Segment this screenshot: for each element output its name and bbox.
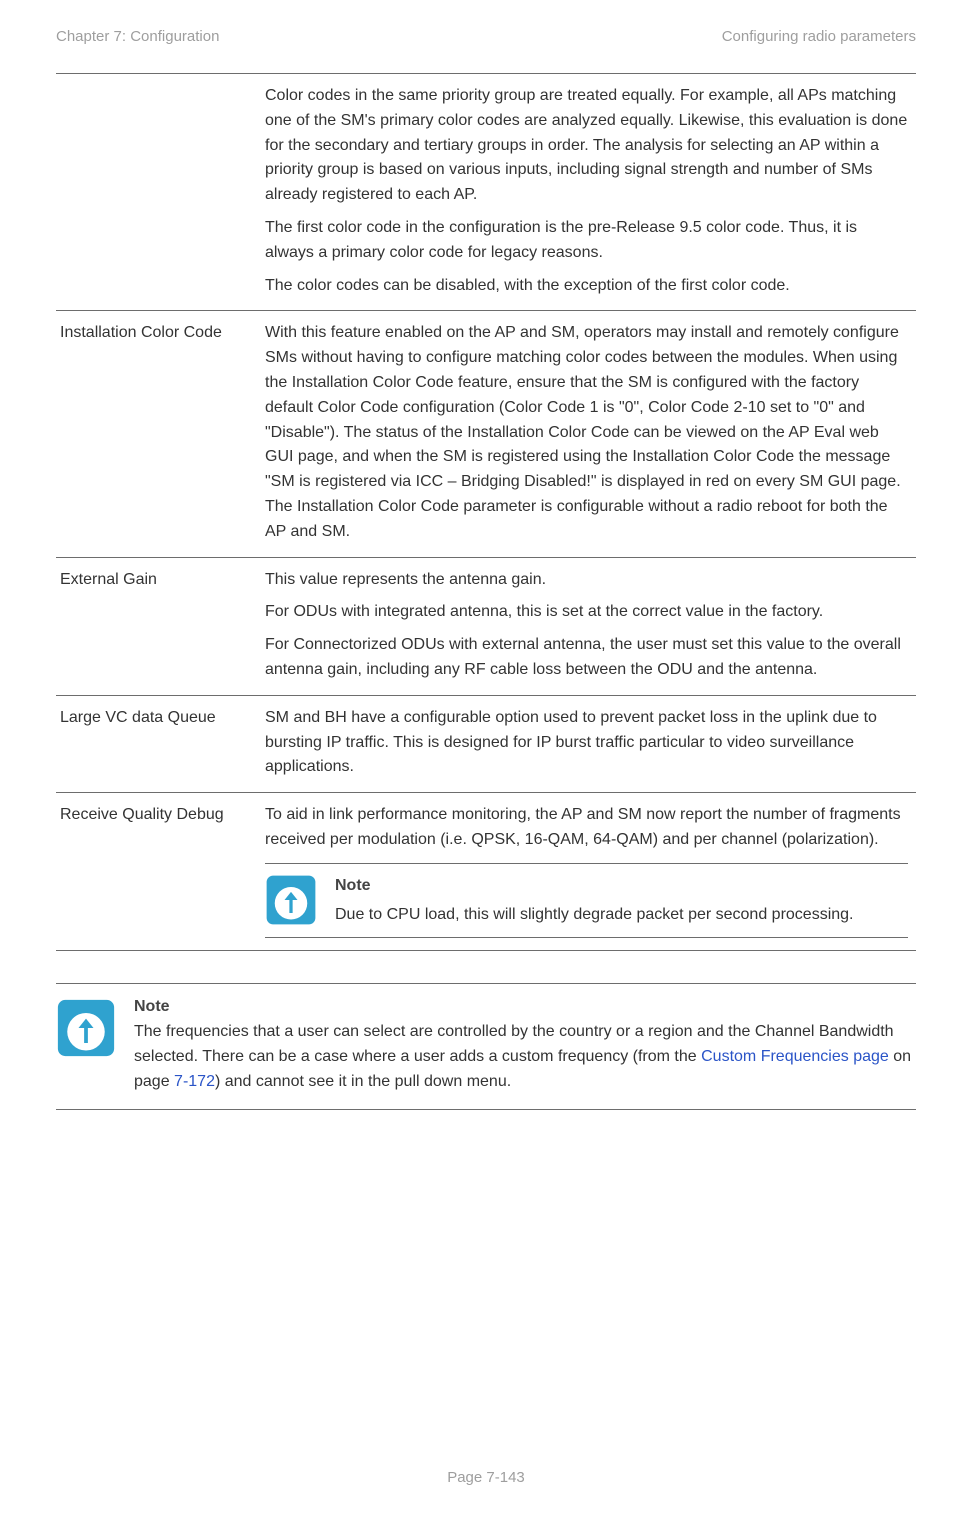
paragraph: SM and BH have a configurable option use… bbox=[265, 706, 908, 780]
table-row: Color codes in the same priority group a… bbox=[56, 74, 916, 311]
table-row: External Gain This value represents the … bbox=[56, 557, 916, 695]
row-description: To aid in link performance monitoring, t… bbox=[261, 793, 916, 951]
row-description: Color codes in the same priority group a… bbox=[261, 74, 916, 311]
paragraph: To aid in link performance monitoring, t… bbox=[265, 803, 908, 853]
header-left: Chapter 7: Configuration bbox=[56, 28, 219, 45]
row-label: Receive Quality Debug bbox=[56, 793, 261, 951]
info-icon bbox=[56, 998, 116, 1058]
inline-note: Note Due to CPU load, this will slightly… bbox=[265, 863, 908, 939]
parameters-table: Color codes in the same priority group a… bbox=[56, 73, 916, 951]
note-row: Note The frequencies that a user can sel… bbox=[56, 998, 916, 1094]
header-right: Configuring radio parameters bbox=[722, 28, 916, 45]
page-footer: Page 7-143 bbox=[0, 1469, 972, 1486]
row-label: Installation Color Code bbox=[56, 311, 261, 557]
note-text: The frequencies that a user can select a… bbox=[134, 1020, 916, 1094]
note-label: Note bbox=[134, 998, 916, 1016]
table-row: Receive Quality Debug To aid in link per… bbox=[56, 793, 916, 951]
custom-frequencies-link[interactable]: Custom Frequencies page bbox=[701, 1048, 889, 1065]
table-row: Installation Color Code With this featur… bbox=[56, 311, 916, 557]
note-body: Note The frequencies that a user can sel… bbox=[134, 998, 916, 1094]
note-body: Note Due to CPU load, this will slightly… bbox=[335, 874, 908, 928]
page-header: Chapter 7: Configuration Configuring rad… bbox=[56, 28, 916, 45]
note-text-suffix: ) and cannot see it in the pull down men… bbox=[215, 1073, 511, 1090]
page: Chapter 7: Configuration Configuring rad… bbox=[0, 0, 972, 1514]
paragraph: This value represents the antenna gain. bbox=[265, 568, 908, 593]
paragraph: For ODUs with integrated antenna, this i… bbox=[265, 600, 908, 625]
row-description: With this feature enabled on the AP and … bbox=[261, 311, 916, 557]
standalone-note: Note The frequencies that a user can sel… bbox=[56, 983, 916, 1109]
paragraph: The color codes can be disabled, with th… bbox=[265, 274, 908, 299]
row-label: External Gain bbox=[56, 557, 261, 695]
page-reference-link[interactable]: 7-172 bbox=[174, 1073, 215, 1090]
row-description: This value represents the antenna gain. … bbox=[261, 557, 916, 695]
note-text: Due to CPU load, this will slightly degr… bbox=[335, 903, 908, 928]
note-row: Note Due to CPU load, this will slightly… bbox=[265, 874, 908, 928]
row-label bbox=[56, 74, 261, 311]
row-description: SM and BH have a configurable option use… bbox=[261, 695, 916, 792]
paragraph: Color codes in the same priority group a… bbox=[265, 84, 908, 208]
table-row: Large VC data Queue SM and BH have a con… bbox=[56, 695, 916, 792]
note-label: Note bbox=[335, 874, 908, 899]
paragraph: The first color code in the configuratio… bbox=[265, 216, 908, 266]
row-label: Large VC data Queue bbox=[56, 695, 261, 792]
paragraph: With this feature enabled on the AP and … bbox=[265, 321, 908, 544]
paragraph: For Connectorized ODUs with external ant… bbox=[265, 633, 908, 683]
info-icon bbox=[265, 874, 317, 926]
